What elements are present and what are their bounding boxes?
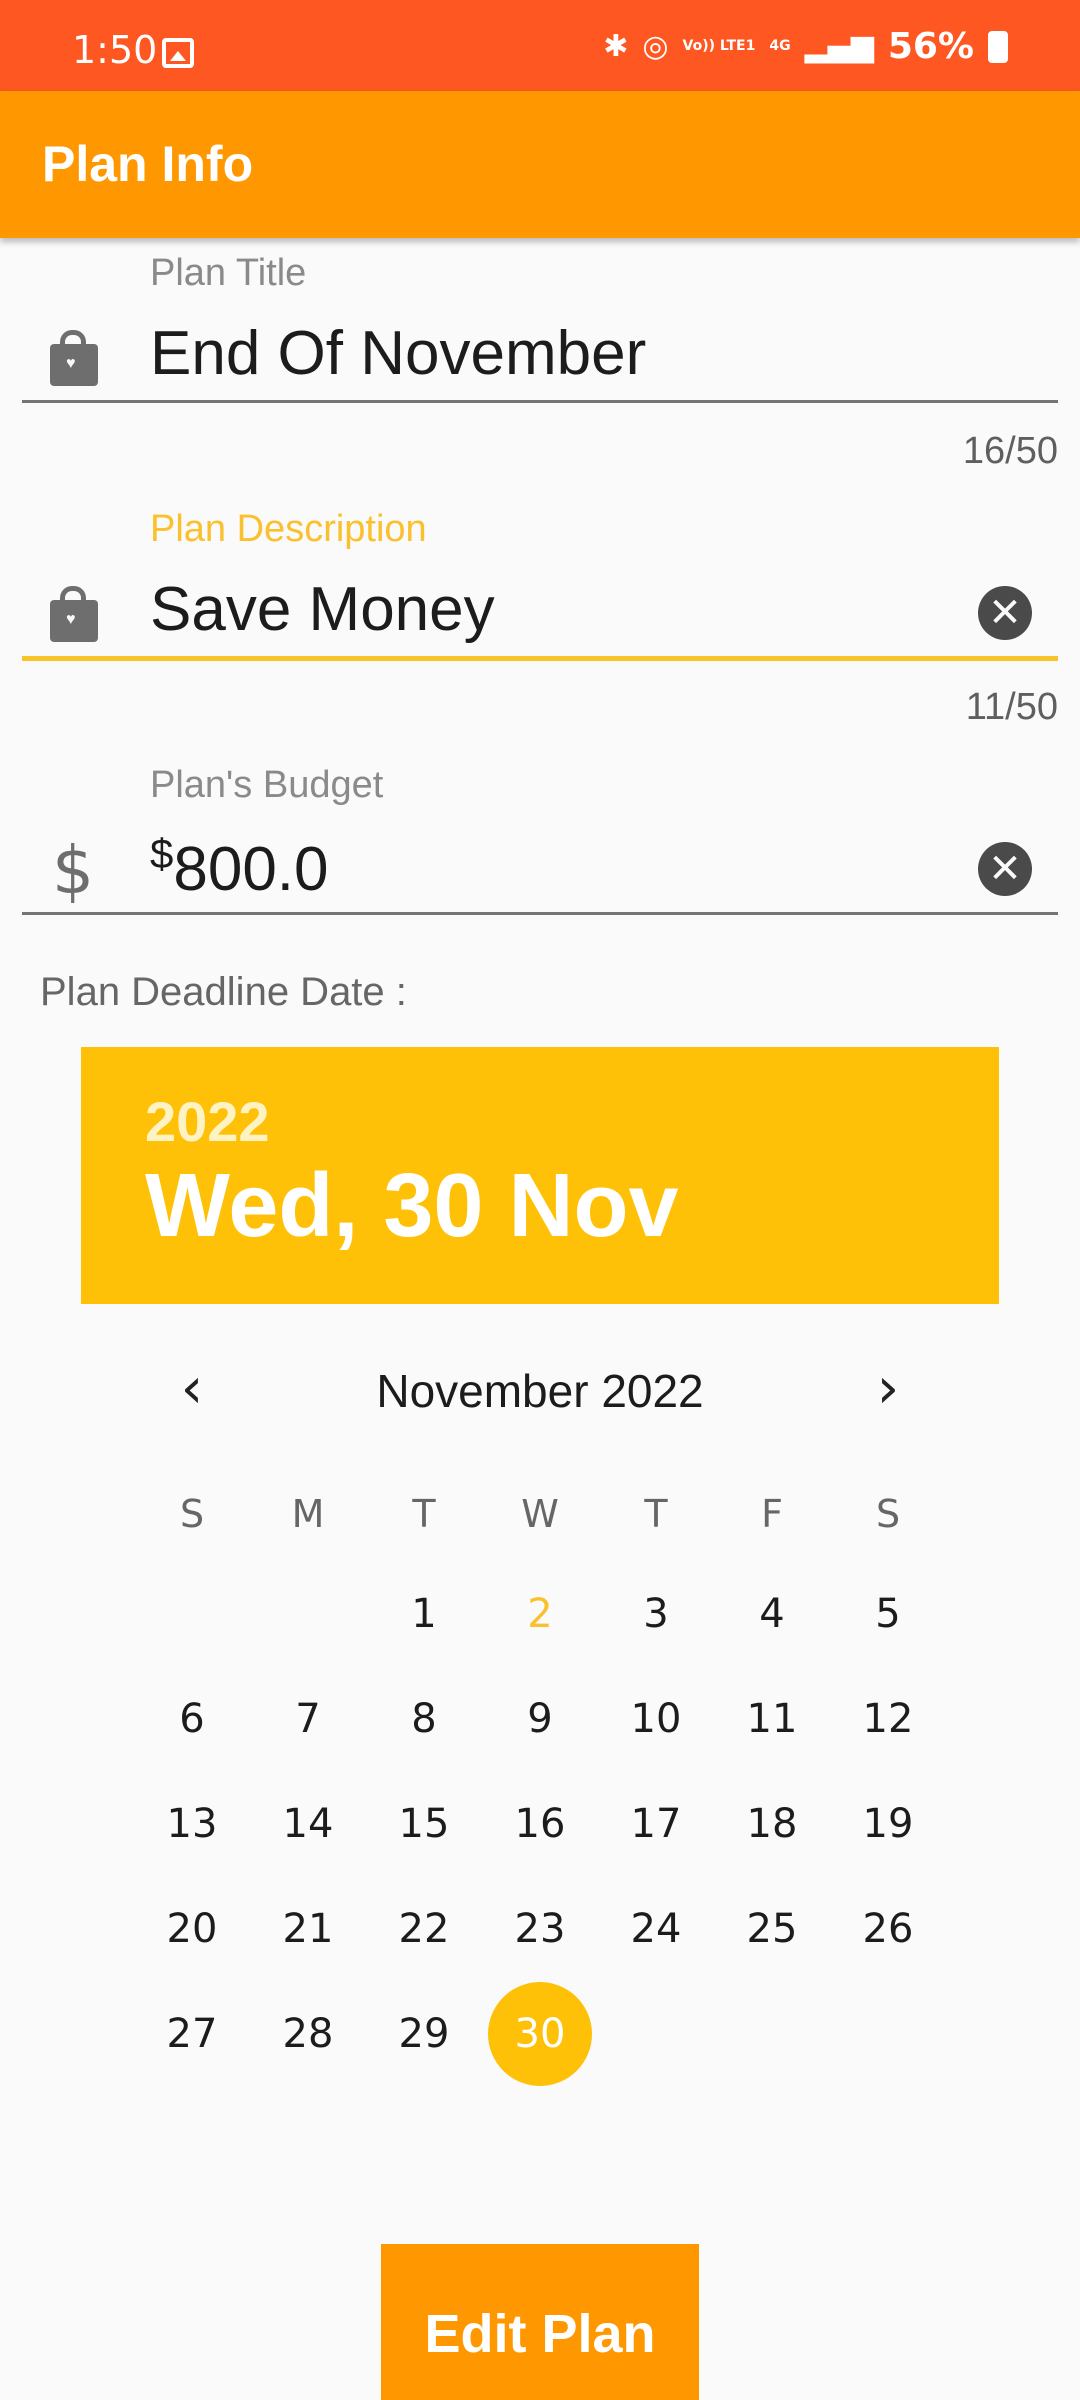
calendar-day[interactable]: 4 [720, 1562, 824, 1666]
calendar-day[interactable]: 17 [604, 1772, 708, 1876]
calendar-day[interactable]: 21 [256, 1877, 360, 1981]
calendar-day[interactable]: 26 [836, 1877, 940, 1981]
hotspot-icon: ◎ [642, 29, 669, 64]
signal-icon: ▂▄▆ [804, 29, 874, 64]
weekday-header: M [291, 1492, 325, 1536]
gallery-notification-icon [162, 38, 194, 68]
clear-budget-button[interactable]: ✕ [978, 842, 1032, 896]
plan-title-input[interactable]: End Of November [150, 318, 646, 389]
calendar-day[interactable]: 5 [836, 1562, 940, 1666]
calendar-day[interactable]: 9 [488, 1667, 592, 1771]
plan-description-input[interactable]: Save Money [150, 574, 495, 645]
calendar-day[interactable]: 19 [836, 1772, 940, 1876]
weekday-header: W [521, 1492, 559, 1536]
calendar-day[interactable]: 24 [604, 1877, 708, 1981]
calendar-day[interactable]: 11 [720, 1667, 824, 1771]
calendar-day[interactable]: 15 [372, 1772, 476, 1876]
calendar-day[interactable]: 29 [372, 1982, 476, 2086]
plan-description-underline [22, 656, 1058, 661]
plan-title-label: Plan Title [150, 252, 307, 294]
app-bar: Plan Info [0, 91, 1080, 238]
weekday-header: T [412, 1492, 436, 1536]
chevron-left-icon[interactable]: ‹ [162, 1356, 222, 1421]
calendar-day[interactable]: 28 [256, 1982, 360, 2086]
weekday-header: T [644, 1492, 668, 1536]
calendar-day[interactable]: 16 [488, 1772, 592, 1876]
clear-description-button[interactable]: ✕ [978, 586, 1032, 640]
plan-budget-label: Plan's Budget [150, 764, 384, 806]
calendar-day[interactable]: 25 [720, 1877, 824, 1981]
plan-title-field[interactable]: Plan Title ♥ End Of November [22, 250, 1058, 440]
status-icons: ✱ ◎ Vo)) LTE1 4G ▂▄▆ 56% [603, 26, 1008, 67]
currency-symbol: $ [150, 830, 174, 877]
plan-description-label: Plan Description [150, 508, 427, 550]
picker-selected-date: Wed, 30 Nov [145, 1156, 679, 1256]
chevron-right-icon[interactable]: › [858, 1356, 918, 1421]
dollar-icon: $ [52, 832, 94, 909]
calendar-day[interactable]: 23 [488, 1877, 592, 1981]
month-navigation: November 2022 ‹ › [0, 1356, 1080, 1421]
weekday-header: F [761, 1492, 783, 1536]
calendar-day[interactable]: 20 [140, 1877, 244, 1981]
deadline-label: Plan Deadline Date : [40, 970, 407, 1014]
plan-title-underline [22, 400, 1058, 403]
plan-description-field[interactable]: Plan Description ♥ Save Money ✕ [22, 506, 1058, 666]
calendar-day[interactable]: 12 [836, 1667, 940, 1771]
calendar-day[interactable]: 22 [372, 1877, 476, 1981]
bluetooth-icon: ✱ [603, 29, 629, 64]
plan-description-counter: 11/50 [965, 686, 1058, 728]
weekday-header: S [875, 1492, 901, 1536]
calendar-day[interactable]: 2 [488, 1562, 592, 1666]
calendar-day[interactable]: 14 [256, 1772, 360, 1876]
volte-indicator: Vo)) LTE1 [682, 38, 756, 54]
plan-budget-underline [22, 912, 1058, 915]
budget-amount: 800.0 [173, 835, 329, 904]
battery-percentage: 56% [887, 26, 974, 67]
weekday-header: S [179, 1492, 205, 1536]
calendar-day[interactable]: 8 [372, 1667, 476, 1771]
plan-title-counter: 16/50 [962, 430, 1058, 472]
calendar-day-selected[interactable]: 30 [488, 1982, 592, 2086]
shopping-bag-icon: ♥ [48, 586, 98, 642]
network-type: 4G [769, 38, 791, 54]
calendar-day[interactable]: 18 [720, 1772, 824, 1876]
calendar-day[interactable]: 3 [604, 1562, 708, 1666]
date-picker-header: 2022 Wed, 30 Nov [81, 1047, 999, 1304]
calendar-day[interactable]: 10 [604, 1667, 708, 1771]
status-bar: 1:50 ✱ ◎ Vo)) LTE1 4G ▂▄▆ 56% [0, 0, 1080, 91]
calendar-day[interactable]: 13 [140, 1772, 244, 1876]
calendar-day[interactable]: 1 [372, 1562, 476, 1666]
calendar-day[interactable]: 7 [256, 1667, 360, 1771]
battery-icon [988, 30, 1008, 63]
page-title: Plan Info [42, 136, 254, 192]
plan-budget-input[interactable]: $800.0 [150, 830, 329, 905]
picker-year[interactable]: 2022 [145, 1089, 270, 1154]
shopping-bag-icon: ♥ [48, 330, 98, 386]
edit-plan-button[interactable]: Edit Plan [381, 2244, 699, 2400]
status-time: 1:50 [72, 28, 158, 72]
calendar-day[interactable]: 27 [140, 1982, 244, 2086]
calendar-day[interactable]: 6 [140, 1667, 244, 1771]
plan-budget-field[interactable]: Plan's Budget $ $800.0 ✕ [22, 762, 1058, 922]
